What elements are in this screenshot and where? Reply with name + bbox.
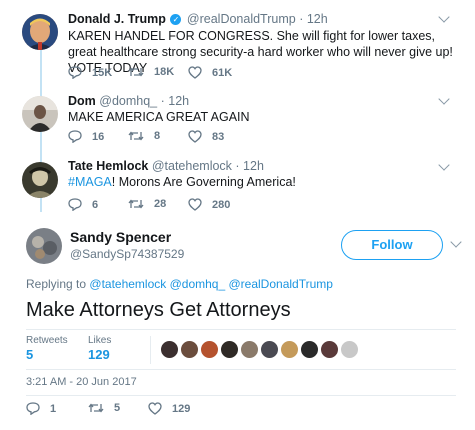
avatar[interactable] <box>22 96 58 132</box>
author-name[interactable]: Dom <box>68 94 96 108</box>
replying-prefix: Replying to <box>26 277 87 291</box>
retweet-count: 5 <box>114 402 121 414</box>
caret-down-icon[interactable] <box>438 159 450 171</box>
author-handle[interactable]: @realDonaldTrump <box>187 12 296 26</box>
retweet-button[interactable]: 28 <box>128 198 166 210</box>
hashtag-link[interactable]: #MAGA <box>68 175 112 189</box>
like-button[interactable]: 280 <box>188 198 230 211</box>
tweet-timestamp[interactable]: 3:21 AM - 20 Jun 2017 <box>26 376 137 388</box>
reply-icon <box>68 66 82 79</box>
like-count: 61K <box>212 66 233 79</box>
like-icon <box>148 402 162 415</box>
liker-avatar[interactable] <box>200 340 219 359</box>
reply-count: 15K <box>92 66 113 79</box>
reply-icon <box>68 198 82 211</box>
tweet-domhq[interactable]: Dom @domhq_ · 12h MAKE AMERICA GREAT AGA… <box>0 90 475 154</box>
tweet-tatehemlock[interactable]: Tate Hemlock @tatehemlock · 12h #MAGA! M… <box>0 154 475 216</box>
verified-badge-icon: ✓ <box>170 14 182 26</box>
retweet-icon <box>128 67 144 77</box>
tweet-header: Dom @domhq_ · 12h <box>68 94 189 108</box>
retweet-icon <box>128 131 144 141</box>
retweet-count: 28 <box>154 198 167 210</box>
liker-avatar[interactable] <box>280 340 299 359</box>
tweet-time[interactable]: · 12h <box>235 159 264 173</box>
mention-links[interactable]: @tatehemlock @domhq_ @realDonaldTrump <box>89 277 333 291</box>
tweet-text-rest: ! Morons Are Governing America! <box>111 175 296 189</box>
reply-button[interactable]: 16 <box>68 130 104 143</box>
divider <box>26 369 456 370</box>
caret-down-icon[interactable] <box>438 11 450 23</box>
like-icon <box>188 130 202 143</box>
author-handle[interactable]: @domhq_ <box>99 94 157 108</box>
like-icon <box>188 66 202 79</box>
like-count: 280 <box>212 198 231 211</box>
divider <box>26 329 456 330</box>
divider <box>26 395 456 396</box>
retweet-icon <box>128 199 144 209</box>
like-button[interactable]: 129 <box>148 402 190 415</box>
reply-count: 6 <box>92 198 99 211</box>
retweet-button[interactable]: 8 <box>128 130 160 142</box>
author-handle[interactable]: @SandySp74387529 <box>70 247 184 261</box>
retweets-label[interactable]: Retweets <box>26 335 68 346</box>
author-name[interactable]: Sandy Spencer <box>70 229 171 245</box>
liker-avatar[interactable] <box>180 340 199 359</box>
like-count: 83 <box>212 130 225 143</box>
tweet-header: Tate Hemlock @tatehemlock · 12h <box>68 159 264 173</box>
focused-header: Sandy Spencer <box>70 229 171 245</box>
tweet-header: Donald J. Trump ✓ @realDonaldTrump · 12h <box>68 12 328 26</box>
retweet-icon <box>88 403 104 413</box>
replying-to: Replying to @tatehemlock @domhq_ @realDo… <box>26 277 333 291</box>
author-name[interactable]: Tate Hemlock <box>68 159 148 173</box>
likes-count[interactable]: 129 <box>88 347 110 362</box>
liker-avatar[interactable] <box>160 340 179 359</box>
reply-button[interactable]: 6 <box>68 198 98 211</box>
liker-avatar[interactable] <box>240 340 259 359</box>
tweet-text: MAKE AMERICA GREAT AGAIN <box>68 110 250 124</box>
reply-icon <box>26 402 40 415</box>
retweet-count: 18K <box>154 66 175 78</box>
follow-button[interactable]: Follow <box>341 230 443 260</box>
like-icon <box>188 198 202 211</box>
liker-avatar[interactable] <box>260 340 279 359</box>
caret-down-icon[interactable] <box>438 93 450 105</box>
caret-down-icon[interactable] <box>450 236 462 248</box>
retweets-count[interactable]: 5 <box>26 347 33 362</box>
focused-tweet-text: Make Attorneys Get Attorneys <box>26 299 291 321</box>
divider <box>150 336 151 364</box>
tweet-time[interactable]: · 12h <box>161 94 190 108</box>
tweet-text: #MAGA! Morons Are Governing America! <box>68 174 453 190</box>
retweet-count: 8 <box>154 130 161 142</box>
avatar[interactable] <box>26 228 62 264</box>
liker-avatar[interactable] <box>220 340 239 359</box>
liker-avatar[interactable] <box>340 340 359 359</box>
tweet-text: KAREN HANDEL FOR CONGRESS. She will figh… <box>68 29 453 75</box>
tweet-time[interactable]: · 12h <box>299 12 328 26</box>
author-handle[interactable]: @tatehemlock <box>152 159 232 173</box>
avatar[interactable] <box>22 14 58 50</box>
likes-label[interactable]: Likes <box>88 335 111 346</box>
like-button[interactable]: 61K <box>188 66 232 79</box>
reply-icon <box>68 130 82 143</box>
reply-count: 1 <box>50 402 57 415</box>
reply-button[interactable]: 1 <box>26 402 56 415</box>
liker-avatar[interactable] <box>300 340 319 359</box>
retweet-button[interactable]: 5 <box>88 402 120 414</box>
like-button[interactable]: 83 <box>188 130 224 143</box>
like-count: 129 <box>172 402 191 415</box>
reply-button[interactable]: 15K <box>68 66 112 79</box>
avatar[interactable] <box>22 162 58 198</box>
reply-count: 16 <box>92 130 105 143</box>
liker-avatar[interactable] <box>320 340 339 359</box>
tweet-realdonaldtrump[interactable]: Donald J. Trump ✓ @realDonaldTrump · 12h… <box>0 0 475 90</box>
retweet-button[interactable]: 18K <box>128 66 174 78</box>
author-name[interactable]: Donald J. Trump <box>68 12 166 26</box>
